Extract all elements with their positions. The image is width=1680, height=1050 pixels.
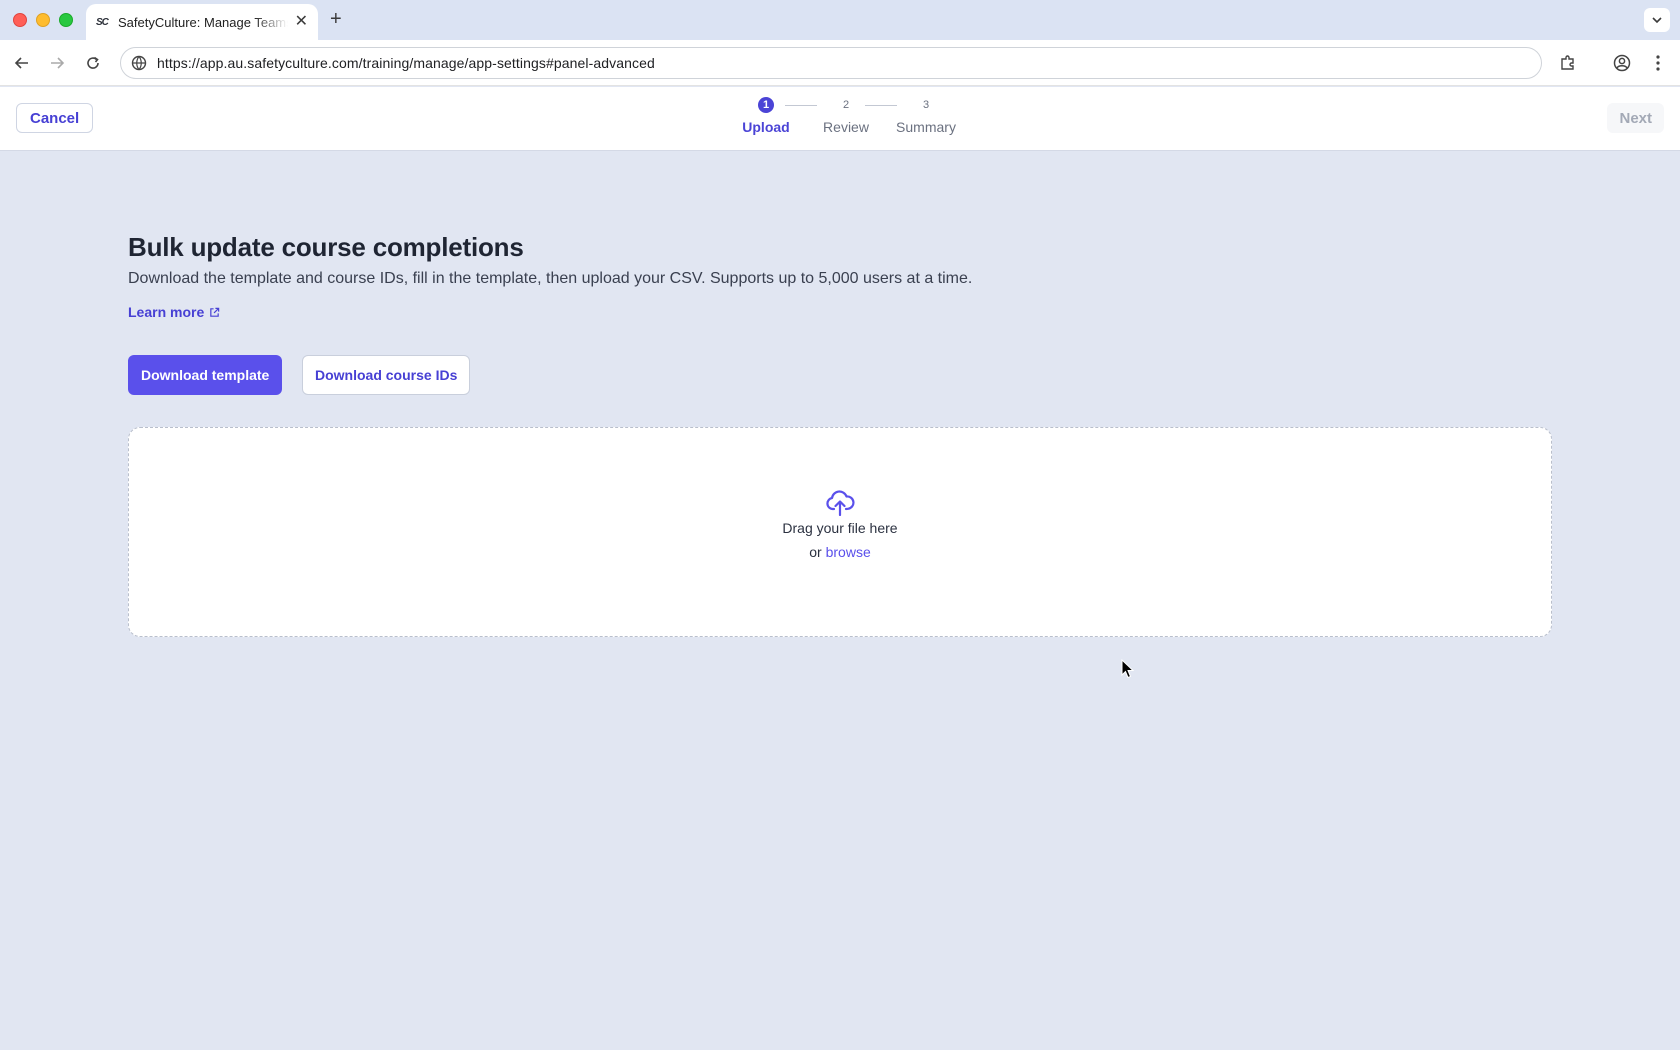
address-bar[interactable]: https://app.au.safetyculture.com/trainin…	[120, 47, 1542, 79]
step-number: 1	[758, 97, 774, 113]
step-number: 3	[922, 99, 930, 111]
dropzone-or-line: or browse	[809, 544, 870, 560]
learn-more-label: Learn more	[128, 304, 205, 320]
profile-avatar-icon	[1613, 54, 1631, 72]
step-label: Upload	[742, 119, 790, 135]
step-label: Review	[823, 119, 869, 135]
cancel-button[interactable]: Cancel	[16, 103, 94, 133]
profile-button[interactable]	[1610, 51, 1634, 75]
reload-button[interactable]	[81, 51, 105, 75]
page-title: Bulk update course completions	[128, 232, 524, 262]
puzzle-piece-icon	[1561, 55, 1574, 70]
dropzone-or-text: or	[809, 544, 822, 560]
back-button[interactable]	[10, 51, 34, 75]
arrow-right-icon	[51, 57, 65, 69]
dropzone-content: Drag your file here or browse	[129, 490, 1551, 560]
file-dropzone[interactable]: Drag your file here or browse	[128, 427, 1552, 637]
browser-toolbar: https://app.au.safetyculture.com/trainin…	[0, 40, 1680, 86]
download-template-button[interactable]: Download template	[128, 355, 283, 395]
step-number: 2	[842, 99, 850, 111]
tab-search-button[interactable]	[1644, 8, 1670, 32]
main-content: Bulk update course completions Download …	[0, 152, 1680, 1050]
learn-more-link[interactable]: Learn more	[128, 304, 220, 320]
url-text: https://app.au.safetyculture.com/trainin…	[157, 55, 655, 71]
safetyculture-favicon-icon: SC	[96, 16, 109, 28]
browse-link[interactable]: browse	[826, 544, 871, 560]
window-close-button[interactable]	[13, 13, 27, 27]
upload-stepper: 1 Upload 2 Review 3 Summary	[736, 97, 956, 143]
step-upload: 1 Upload	[736, 97, 796, 135]
page-description: Download the template and course IDs, fi…	[128, 270, 973, 287]
browser-tab-bar: SC SafetyCulture: Manage Teams ✕ +	[0, 0, 1680, 40]
download-course-ids-button[interactable]: Download course IDs	[302, 355, 471, 395]
window-maximize-button[interactable]	[59, 13, 73, 27]
browser-menu-button[interactable]	[1646, 51, 1670, 75]
cloud-upload-icon	[826, 490, 855, 516]
tab-title: SafetyCulture: Manage Teams	[118, 14, 288, 30]
step-connector	[785, 105, 817, 106]
external-link-icon	[210, 307, 220, 317]
dropzone-drag-text: Drag your file here	[782, 520, 898, 536]
site-info-icon[interactable]	[131, 55, 147, 71]
arrow-left-icon	[14, 57, 28, 69]
next-button[interactable]: Next	[1607, 103, 1664, 133]
vertical-dots-icon	[1656, 55, 1660, 71]
extensions-button[interactable]	[1556, 51, 1580, 75]
browser-tab-active[interactable]: SC SafetyCulture: Manage Teams ✕	[86, 4, 318, 40]
step-summary: 3 Summary	[891, 97, 961, 135]
new-tab-icon[interactable]: +	[330, 9, 342, 29]
window-minimize-button[interactable]	[36, 13, 50, 27]
forward-button[interactable]	[45, 51, 69, 75]
step-review: 2 Review	[816, 97, 876, 135]
mouse-cursor-icon	[1121, 659, 1135, 679]
reload-icon	[87, 56, 99, 69]
step-label: Summary	[896, 119, 956, 135]
tab-close-icon[interactable]: ✕	[295, 14, 308, 30]
wizard-header: Cancel 1 Upload 2 Review 3 Summary Next	[0, 87, 1680, 151]
chevron-down-icon	[1652, 17, 1662, 24]
